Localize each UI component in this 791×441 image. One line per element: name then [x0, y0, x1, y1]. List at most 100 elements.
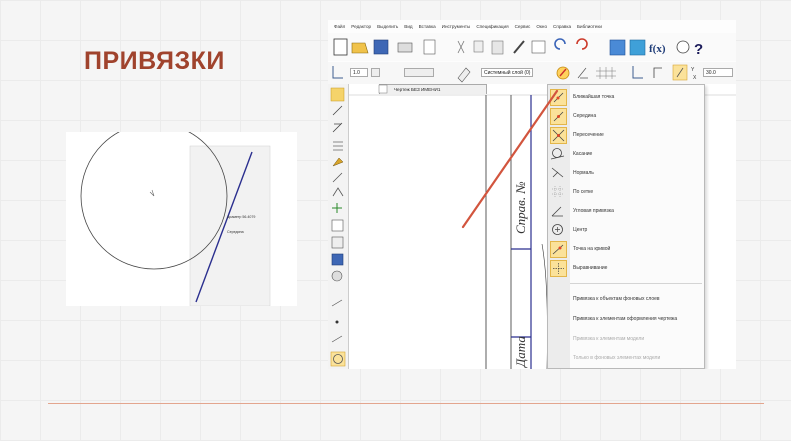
snap-example-drawing: Диаметр 56.4079 Середина — [80, 132, 271, 306]
snap-item-nearest-point[interactable]: Ближайшая точка — [548, 88, 704, 107]
center-icon — [550, 222, 567, 239]
ortho-icon[interactable] — [577, 67, 588, 79]
snap-item-angle[interactable]: Угловая привязка — [548, 202, 704, 221]
midpoint-icon — [550, 108, 567, 125]
snap-item-label: Ближайшая точка — [573, 94, 615, 100]
edit-tool-icon[interactable] — [332, 157, 344, 167]
paste-icon[interactable] — [491, 40, 504, 55]
menu-spec[interactable]: Спецификация — [476, 24, 508, 29]
menu-select[interactable]: Выделить — [377, 24, 398, 29]
manager-icon[interactable] — [609, 39, 626, 56]
open-folder-icon[interactable] — [351, 42, 369, 54]
menu-edit[interactable]: Редактор — [351, 24, 371, 29]
layer-icon[interactable] — [457, 67, 471, 83]
menu-view[interactable]: Вид — [404, 24, 412, 29]
current-state-toolbar: 1.0 Системный слой (0) Y X 30.0 — [328, 62, 736, 85]
snap-item-drawing-elements[interactable]: Привязка к элементам оформления чертежа — [548, 310, 704, 329]
menu-file[interactable]: Файл — [334, 24, 345, 29]
copy-icon[interactable] — [473, 40, 484, 53]
help-cursor-icon[interactable]: ? — [694, 41, 703, 58]
line-tool-icon[interactable] — [332, 105, 343, 116]
library-icon[interactable] — [629, 39, 646, 56]
local-cs-icon[interactable] — [632, 66, 643, 79]
print-icon[interactable] — [397, 42, 413, 53]
snap-item-label: Центр — [573, 227, 588, 233]
ortho-mode-icon[interactable] — [653, 67, 662, 78]
menu-tools[interactable]: Инструменты — [442, 24, 471, 29]
geometry-tool-icon[interactable] — [330, 87, 345, 102]
snap-item-label: Пересечение — [573, 132, 604, 138]
redo-icon[interactable] — [576, 38, 588, 50]
slide-title: ПРИВЯЗКИ — [84, 47, 225, 75]
save-icon[interactable] — [373, 39, 389, 55]
snap-item-label: Угловая привязка — [573, 208, 614, 214]
normal-icon — [550, 165, 567, 182]
menu-help[interactable]: Справка — [553, 24, 571, 29]
hatch-tool-icon[interactable] — [333, 141, 343, 151]
snap-item-label: Привязка к элементам оформления чертежа — [573, 316, 678, 322]
drawing-text-spravno: Справ. № — [513, 181, 528, 234]
snap-item-label: Привязка к объектам фоновых слоев — [573, 296, 660, 302]
dimension-tool-icon[interactable] — [332, 122, 343, 133]
state-toolbar-icons: Y X — [332, 64, 697, 83]
new-document-icon[interactable] — [333, 38, 348, 56]
point-tool-icon[interactable] — [335, 320, 339, 324]
grid-snap-icon — [550, 184, 567, 201]
grid-icon[interactable] — [596, 67, 616, 79]
intersection-icon — [550, 127, 567, 144]
menu-service[interactable]: Сервис — [515, 24, 531, 29]
standard-toolbar: f(x) ? — [328, 33, 736, 61]
spec-tool-icon[interactable] — [331, 219, 344, 232]
menu-window[interactable]: Окно — [536, 24, 547, 29]
undo-icon[interactable] — [554, 38, 566, 50]
compact-panel-icons — [330, 87, 346, 367]
preview-icon[interactable] — [423, 39, 436, 55]
view-tool-icon[interactable] — [331, 270, 343, 282]
angle-snap-icon — [550, 203, 567, 220]
snap-item-grid[interactable]: По сетке — [548, 183, 704, 202]
snap-item-label: Касание — [573, 151, 593, 157]
standard-toolbar-icons: f(x) ? — [333, 38, 703, 58]
insert-tool-icon[interactable] — [331, 253, 344, 266]
snap-item-model-background: Только в фоновых элементах модели — [548, 349, 704, 368]
axis-y-label: Y — [691, 67, 695, 73]
alignment-icon — [550, 260, 567, 277]
snap-item-label: Выравнивание — [573, 265, 608, 271]
snap-item-alignment[interactable]: Выравнивание — [548, 259, 704, 278]
select-tool-icon[interactable] — [332, 203, 342, 213]
menu-separator — [570, 283, 702, 284]
snap-item-background-layers[interactable]: Привязка к объектам фоновых слоев — [548, 290, 704, 309]
snap-item-label: Нормаль — [573, 170, 594, 176]
axis-x-label: X — [693, 75, 697, 81]
cut-icon[interactable] — [457, 40, 465, 54]
compact-panel — [328, 84, 349, 369]
snap-item-label: Только в фоновых элементах модели — [573, 355, 661, 361]
snap-item-point-on-curve[interactable]: Точка на кривой — [548, 240, 704, 259]
snap-item-intersection[interactable]: Пересечение — [548, 126, 704, 145]
coord-field[interactable]: 30.0 — [703, 68, 733, 77]
properties-icon[interactable] — [531, 40, 546, 54]
snap-item-center[interactable]: Центр — [548, 221, 704, 240]
tangent-icon — [550, 146, 567, 163]
snap-item-normal[interactable]: Нормаль — [548, 164, 704, 183]
menu-libraries[interactable]: Библиотеки — [577, 24, 602, 29]
report-tool-icon[interactable] — [331, 236, 344, 249]
point-on-curve-icon — [550, 241, 567, 258]
function-icon[interactable]: f(x) — [649, 43, 666, 55]
tooltip-text-1: Диаметр 56.4079 — [227, 215, 255, 219]
format-brush-icon[interactable] — [513, 40, 525, 54]
measure-tool-icon[interactable] — [332, 187, 344, 197]
snap-item-midpoint[interactable]: Середина — [548, 107, 704, 126]
menu-bar: Файл Редактор Выделить Вид Вставка Инстр… — [328, 20, 736, 32]
menu-insert[interactable]: Вставка — [419, 24, 436, 29]
cursor-coords-icon[interactable] — [332, 66, 343, 79]
snap-dropdown-menu: Ближайшая точка Середина Пересечение Кас… — [547, 84, 705, 369]
variables-icon[interactable] — [676, 40, 690, 54]
nearest-point-icon — [550, 89, 567, 106]
snap-item-label: Точка на кривой — [573, 246, 611, 252]
footer-divider — [48, 403, 764, 404]
auxline-tool-icon[interactable] — [331, 335, 343, 343]
segment-tool-icon[interactable] — [331, 299, 343, 307]
snap-item-tangent[interactable]: Касание — [548, 145, 704, 164]
parametric-tool-icon[interactable] — [332, 172, 343, 183]
